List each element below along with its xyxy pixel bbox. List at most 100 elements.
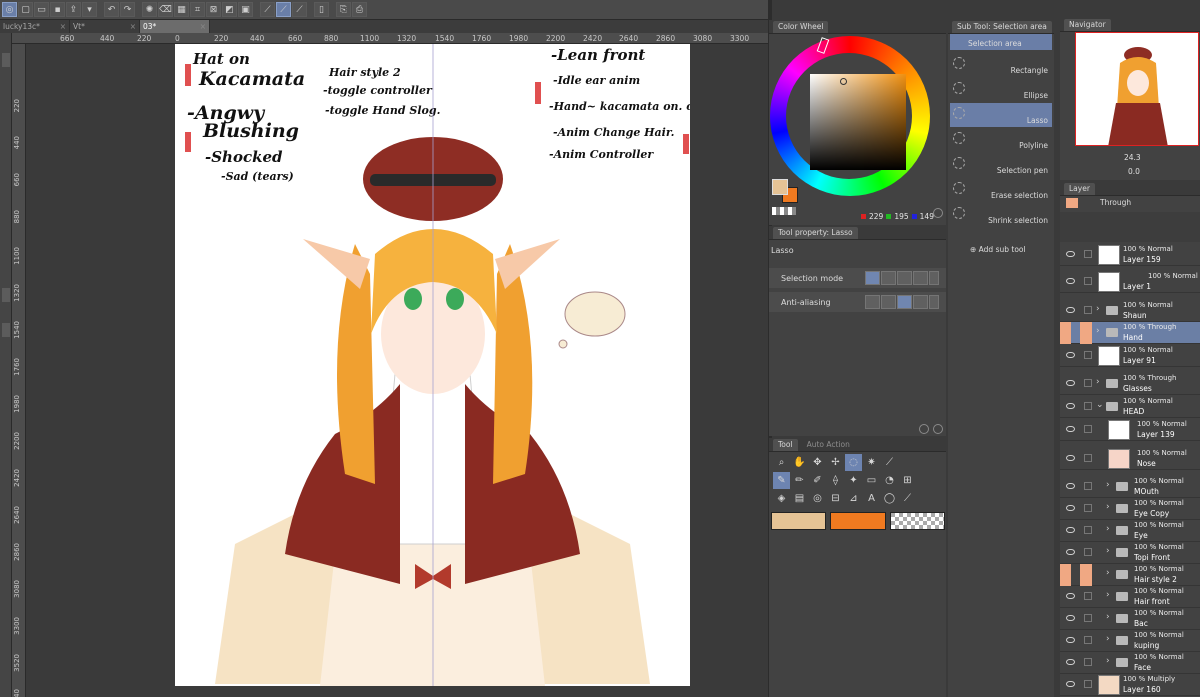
chevron-down-icon[interactable]: ⌄ xyxy=(1096,400,1104,410)
intersect-selection-icon[interactable] xyxy=(913,271,928,285)
hand-icon[interactable]: ✋ xyxy=(791,454,808,471)
close-icon[interactable]: × xyxy=(130,20,136,33)
decoration-icon[interactable]: ✦ xyxy=(845,472,862,489)
doc-tab-vt[interactable]: Vt* × xyxy=(70,20,140,33)
snap-ruler-icon[interactable]: ⟋ xyxy=(260,2,275,17)
export-icon[interactable]: ⇪ xyxy=(66,2,81,17)
dock-handle[interactable] xyxy=(2,53,10,67)
sub-tool-shrink-selection[interactable]: Shrink selection xyxy=(950,203,1052,227)
tool-property-tab[interactable]: Tool property: Lasso xyxy=(773,226,858,239)
snap-special-ruler-icon[interactable]: ⟋ xyxy=(276,2,291,17)
auto-action-tab[interactable]: Auto Action xyxy=(802,439,855,451)
eyedropper-icon[interactable]: ⟋ xyxy=(881,454,898,471)
eye-icon[interactable] xyxy=(1066,403,1075,409)
right-hand-icon[interactable]: ⎙ xyxy=(352,2,367,17)
aa-weak-icon[interactable] xyxy=(881,295,896,309)
layer-folder-row[interactable]: › 100 % Normal Shaun xyxy=(1060,300,1200,322)
layer-folder-row[interactable]: › 100 % Through Glasses xyxy=(1060,373,1200,395)
layer-row[interactable]: 100 % Normal Layer 159 xyxy=(1060,244,1200,266)
lock-checkbox[interactable] xyxy=(1084,351,1092,359)
transparent-color-chip[interactable] xyxy=(890,512,945,530)
eye-icon[interactable] xyxy=(1066,505,1075,511)
aa-strong-icon[interactable] xyxy=(913,295,928,309)
sub-tool-ellipse[interactable]: Ellipse xyxy=(950,78,1052,102)
close-icon[interactable]: × xyxy=(200,20,206,33)
chevron-right-icon[interactable]: › xyxy=(1096,377,1100,387)
eye-icon[interactable] xyxy=(1066,426,1075,432)
chevron-right-icon[interactable]: › xyxy=(1106,590,1110,600)
sub-tool-rectangle[interactable]: Rectangle xyxy=(950,53,1052,77)
horizontal-ruler[interactable]: 660 440 220 0 220 440 660 880 1100 1320 … xyxy=(12,33,768,44)
open-file-icon[interactable]: ▭ xyxy=(34,2,49,17)
lock-checkbox[interactable] xyxy=(1084,614,1092,622)
eye-icon[interactable] xyxy=(1066,455,1075,461)
selection-icon[interactable]: ◌ xyxy=(845,454,862,471)
color-cursor[interactable] xyxy=(840,78,847,85)
eye-icon[interactable] xyxy=(1066,278,1075,284)
layer-folder-row[interactable]: › 100 % Normal Hair style 2 xyxy=(1060,564,1200,586)
lock-checkbox[interactable] xyxy=(1084,306,1092,314)
lock-checkbox[interactable] xyxy=(1084,680,1092,688)
redo-icon[interactable]: ↷ xyxy=(120,2,135,17)
zoom-icon[interactable]: ⌕ xyxy=(773,454,790,471)
eye-icon[interactable] xyxy=(1066,681,1075,687)
lock-checkbox[interactable] xyxy=(1084,425,1092,433)
add-selection-icon[interactable] xyxy=(881,271,896,285)
transform-icon[interactable]: ⌗ xyxy=(190,2,205,17)
layer-folder-row[interactable]: › 100 % Normal Hair front xyxy=(1060,586,1200,608)
layer-folder-row[interactable]: › 100 % Normal MOuth xyxy=(1060,476,1200,498)
canvas-paper[interactable]: Hat on Kacamata -Angwy Blushing -Shocked… xyxy=(175,44,690,686)
busy-icon[interactable]: ✺ xyxy=(142,2,157,17)
canvas-area[interactable]: Hat on Kacamata -Angwy Blushing -Shocked… xyxy=(26,44,768,697)
chevron-right-icon[interactable]: › xyxy=(1096,326,1100,336)
add-sub-tool-button[interactable]: ⊕ Add sub tool xyxy=(970,245,1026,254)
lock-checkbox[interactable] xyxy=(1084,658,1092,666)
chevron-right-icon[interactable]: › xyxy=(1106,502,1110,512)
layer-folder-row[interactable]: ⌄ 100 % Normal HEAD xyxy=(1060,396,1200,418)
eye-icon[interactable] xyxy=(1066,483,1075,489)
lock-checkbox[interactable] xyxy=(1084,250,1092,258)
sub-tool-selection-pen[interactable]: Selection pen xyxy=(950,153,1052,177)
layer-folder-row[interactable]: › 100 % Normal Bac xyxy=(1060,608,1200,630)
show-selection-icon[interactable]: ▣ xyxy=(238,2,253,17)
new-selection-icon[interactable] xyxy=(865,271,880,285)
eye-icon[interactable] xyxy=(1066,527,1075,533)
chevron-right-icon[interactable]: › xyxy=(1106,568,1110,578)
layer-tab[interactable]: Layer xyxy=(1064,182,1095,195)
layer-folder-row[interactable]: › 100 % Normal Topi Front xyxy=(1060,542,1200,564)
layer-folder-row[interactable]: › 100 % Normal Eye Copy xyxy=(1060,498,1200,520)
eye-icon[interactable] xyxy=(1066,352,1075,358)
tool-tab[interactable]: Tool xyxy=(773,438,798,451)
navigator-preview[interactable] xyxy=(1075,32,1199,146)
doc-tab-lucky[interactable]: lucky13c* × xyxy=(0,20,70,33)
eye-icon[interactable] xyxy=(1066,593,1075,599)
airbrush-icon[interactable]: ⟠ xyxy=(827,472,844,489)
chevron-down-icon[interactable] xyxy=(929,271,939,285)
dock-handle[interactable] xyxy=(2,288,10,302)
sub-tool-erase-selection[interactable]: Erase selection xyxy=(950,178,1052,202)
undo-icon[interactable]: ↶ xyxy=(104,2,119,17)
object-icon[interactable]: ✥ xyxy=(809,454,826,471)
lock-checkbox[interactable] xyxy=(1084,636,1092,644)
auto-select-icon[interactable]: ✷ xyxy=(863,454,880,471)
balloon-icon[interactable]: ◯ xyxy=(881,490,898,507)
aa-medium-icon[interactable] xyxy=(897,295,912,309)
chevron-right-icon[interactable]: › xyxy=(1106,656,1110,666)
chevron-right-icon[interactable]: › xyxy=(1106,480,1110,490)
device-icon[interactable]: ▯ xyxy=(314,2,329,17)
left-hand-icon[interactable]: ⎘ xyxy=(336,2,351,17)
lock-checkbox[interactable] xyxy=(1084,548,1092,556)
chevron-right-icon[interactable]: › xyxy=(1106,612,1110,622)
layer-row[interactable]: 100 % Multiply Layer 160 xyxy=(1060,674,1200,696)
aa-none-icon[interactable] xyxy=(865,295,880,309)
lock-checkbox[interactable] xyxy=(1084,526,1092,534)
lock-checkbox[interactable] xyxy=(1084,379,1092,387)
text-icon[interactable]: A xyxy=(863,490,880,507)
rotation-value[interactable]: 0.0 xyxy=(1128,167,1140,176)
eraser-icon[interactable]: ▭ xyxy=(863,472,880,489)
fill-icon[interactable]: ◈ xyxy=(773,490,790,507)
eye-icon[interactable] xyxy=(1066,659,1075,665)
eye-icon[interactable] xyxy=(1066,615,1075,621)
pencil-icon[interactable]: ✏ xyxy=(791,472,808,489)
layer-folder-row-selected[interactable]: › 100 % Through Hand xyxy=(1060,322,1200,344)
